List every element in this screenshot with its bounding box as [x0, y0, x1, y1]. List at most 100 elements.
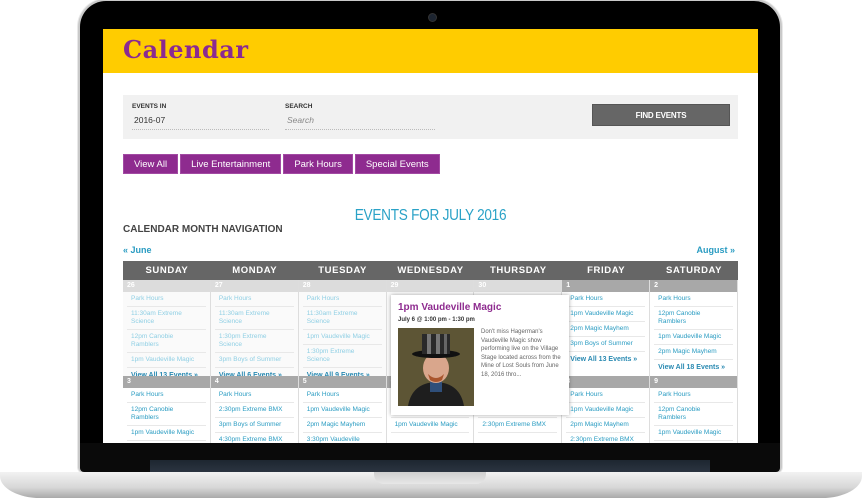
laptop-hinge [150, 460, 710, 472]
calendar-event-link[interactable]: 2:30pm Extreme BMX [566, 433, 645, 443]
calendar-event-link[interactable]: 2pm Magic Mayhem [566, 418, 646, 433]
dow-sunday: SUNDAY [145, 265, 189, 276]
calendar-event-link[interactable]: 1pm Vaudeville Magic [302, 330, 382, 345]
day-number[interactable]: 1 [562, 280, 650, 292]
calendar-day: 1 Park Hours 1pm Vaudeville Magic 2pm Magic… [562, 280, 651, 376]
calendar-event-link[interactable]: 4:30pm Extreme BMX [215, 433, 294, 443]
page-title: Calendar [123, 35, 249, 64]
event-tooltip: 1pm Vaudeville Magic July 6 @ 1:00 pm - … [391, 295, 569, 415]
day-number[interactable]: 9 [650, 376, 737, 388]
calendar-day: 9 Park Hours 12pm Canobie Ramblers 1pm Vaud… [650, 376, 738, 443]
calendar-event-link[interactable]: Park Hours [127, 388, 206, 403]
calendar-event-link[interactable]: 1pm Vaudeville Magic [566, 403, 646, 418]
dow-thursday: THURSDAY [489, 265, 547, 276]
day-number[interactable]: 5 [298, 376, 386, 388]
day-number[interactable]: 29 [386, 280, 474, 292]
category-filters: View All Live Entertainment Park Hours S… [123, 154, 440, 174]
page-header: Calendar [103, 29, 758, 73]
calendar-event-link[interactable]: 2pm Magic Mayhem [302, 418, 382, 433]
calendar-event-link[interactable]: Park Hours [302, 292, 382, 307]
calendar-day: 26 Park Hours 11:30am Extreme Science 12pm … [123, 280, 211, 379]
events-in-label: EVENTS IN [132, 103, 167, 110]
category-live-entertainment[interactable]: Live Entertainment [180, 154, 282, 174]
calendar-event-link[interactable]: 12pm Canobie Ramblers [127, 330, 206, 353]
events-in-input[interactable]: 2016-07 [132, 115, 269, 130]
calendar-event-link[interactable]: 11:30am Extreme Science [127, 307, 206, 330]
calendar-event-link[interactable]: 1pm Vaudeville Magic [566, 307, 646, 322]
search-input[interactable]: Search [285, 115, 435, 130]
calendar-event-link[interactable]: 1:30pm Extreme Science [302, 345, 382, 368]
day-number[interactable]: 26 [123, 280, 210, 292]
calendar-event-link[interactable]: 12pm Canobie Ramblers [127, 403, 206, 426]
calendar-event-link[interactable]: 3pm Boys of Summer [566, 337, 646, 352]
calendar-event-link[interactable]: 1pm Vaudeville Magic [127, 426, 206, 441]
calendar-event-link[interactable]: 1pm Vaudeville Magic [302, 403, 382, 418]
calendar-event-link[interactable]: 12pm Canobie Ramblers [654, 307, 733, 330]
calendar-event-link[interactable]: 2pm Magic Mayhem [566, 322, 646, 337]
day-number[interactable]: 2 [650, 280, 737, 292]
calendar-event-link[interactable]: Park Hours [566, 292, 646, 307]
calendar-event-link[interactable]: 3:30pm Vaudeville Magic [303, 433, 382, 443]
day-number[interactable]: 28 [298, 280, 386, 292]
calendar-event-link[interactable]: 3pm Boys of Summer [214, 418, 294, 433]
tooltip-time: July 6 @ 1:00 pm - 1:30 pm [398, 317, 475, 323]
calendar-event-link[interactable]: 1pm Vaudeville Magic [390, 418, 470, 433]
calendar-event-link[interactable]: 11:30am Extreme Science [302, 307, 382, 330]
performer-photo [398, 328, 474, 406]
day-number[interactable]: 30 [474, 280, 562, 292]
search-label: SEARCH [285, 103, 313, 110]
day-number[interactable]: 8 [562, 376, 650, 388]
previous-month-link[interactable]: « June [123, 245, 152, 255]
view-all-events-link[interactable]: View All 18 Events » [654, 360, 733, 375]
calendar-event-link[interactable]: 3pm Boys of Summer [214, 353, 294, 368]
find-events-button[interactable]: FIND EVENTS [592, 104, 730, 126]
dow-monday: MONDAY [232, 265, 278, 276]
dow-friday: FRIDAY [587, 265, 626, 276]
tooltip-description: Don't miss Hagerman's Vaudeville Magic s… [481, 329, 561, 378]
event-filter-bar: EVENTS IN 2016-07 SEARCH Search FIND EVE… [123, 95, 738, 139]
calendar-event-link[interactable]: Park Hours [654, 292, 733, 307]
calendar-event-link[interactable]: 1pm Vaudeville Magic [654, 330, 733, 345]
dow-tuesday: TUESDAY [318, 265, 367, 276]
dow-saturday: SATURDAY [666, 265, 723, 276]
dow-wednesday: WEDNESDAY [397, 265, 464, 276]
calendar-event-link[interactable]: Park Hours [214, 292, 294, 307]
camera-icon [428, 13, 437, 22]
calendar-day: 4 Park Hours 2:30pm Extreme BMX 3pm Boys of… [210, 376, 299, 443]
calendar-event-link[interactable]: Park Hours [214, 388, 294, 403]
category-view-all[interactable]: View All [123, 154, 179, 174]
calendar-event-link[interactable]: 1:30pm Extreme Science [214, 330, 294, 353]
calendar-day: 28 Park Hours 11:30am Extreme Science 1pm V… [298, 280, 387, 379]
calendar-event-link[interactable]: 12pm Canobie Ramblers [654, 403, 733, 426]
calendar-event-link[interactable]: Park Hours [566, 388, 646, 403]
category-park-hours[interactable]: Park Hours [283, 154, 353, 174]
calendar-day: 2 Park Hours 12pm Canobie Ramblers 1pm Vaud… [650, 280, 738, 376]
tooltip-title[interactable]: 1pm Vaudeville Magic [398, 302, 501, 313]
calendar-day: 3 Park Hours 12pm Canobie Ramblers 1pm Vaud… [123, 376, 211, 443]
calendar-event-link[interactable]: 2:30pm Extreme BMX [478, 418, 558, 433]
day-number[interactable]: 27 [210, 280, 298, 292]
calendar-day: 27 Park Hours 11:30am Extreme Science 1:30p… [210, 280, 299, 379]
calendar-event-link[interactable]: 2pm Magic Mayhem [127, 441, 206, 443]
calendar-event-link[interactable]: Park Hours [127, 292, 206, 307]
calendar-event-link[interactable]: 1pm Vaudeville Magic [654, 426, 733, 441]
laptop-notch [374, 472, 486, 484]
day-number[interactable]: 3 [123, 376, 210, 388]
calendar-event-link[interactable]: Park Hours [302, 388, 382, 403]
calendar-event-link[interactable]: 2:30pm Extreme BMX [214, 403, 294, 418]
days-of-week-header: SUNDAY MONDAY TUESDAY WEDNESDAY THURSDAY… [123, 261, 738, 280]
view-all-events-link[interactable]: View All 13 Events » [566, 352, 645, 367]
calendar-event-link[interactable]: 2pm Magic Mayhem [654, 441, 733, 443]
calendar-event-link[interactable]: Park Hours [654, 388, 733, 403]
calendar-event-link[interactable]: 1pm Vaudeville Magic [127, 353, 206, 368]
calendar-event-link[interactable]: 11:30am Extreme Science [214, 307, 294, 330]
search-field[interactable]: SEARCH Search [285, 103, 435, 130]
category-special-events[interactable]: Special Events [354, 154, 440, 174]
next-month-link[interactable]: August » [696, 245, 735, 255]
events-heading: EVENTS FOR JULY 2016 [354, 207, 507, 224]
events-in-field[interactable]: EVENTS IN 2016-07 [132, 103, 269, 130]
calendar-day: 8Park Hours1pm Vaudeville Magic2pm Magic… [562, 376, 651, 443]
day-number[interactable]: 4 [210, 376, 298, 388]
calendar-event-link[interactable]: 2pm Magic Mayhem [654, 345, 733, 360]
month-navigation-heading: CALENDAR MONTH NAVIGATION [123, 224, 283, 235]
